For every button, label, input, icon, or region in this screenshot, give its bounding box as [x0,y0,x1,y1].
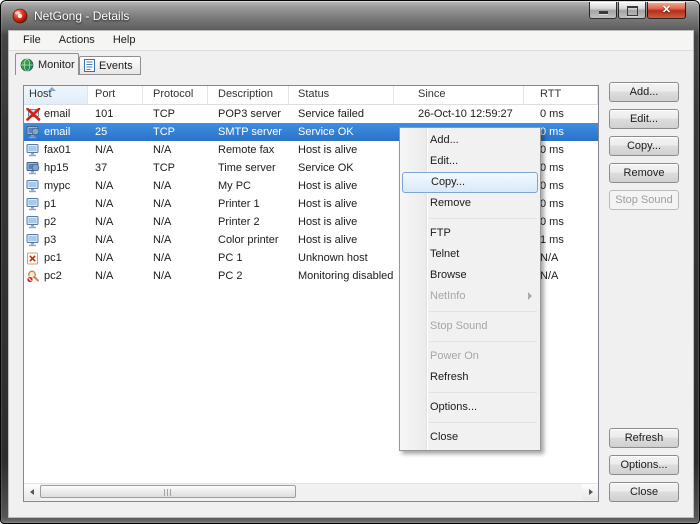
remove-button[interactable]: Remove [609,163,679,183]
stop-sound-button: Stop Sound [609,190,679,210]
menu-bar: File Actions Help [9,31,693,51]
menu-actions[interactable]: Actions [50,31,104,50]
context-menu-remove[interactable]: Remove [400,193,540,214]
add-button[interactable]: Add... [609,82,679,102]
menu-separator [429,218,537,219]
context-menu-netinfo: NetInfo [400,286,540,307]
menu-file[interactable]: File [14,31,50,50]
tab-monitor[interactable]: Monitor [15,53,79,75]
table-header: Host Port Protocol Description Status Si… [24,86,598,105]
column-header-rtt[interactable]: RTT [524,86,598,105]
client-area: File Actions Help Monitor [9,31,693,517]
tab-events-label: Events [99,60,133,72]
host-alive-icon [26,144,41,157]
column-header-host[interactable]: Host [24,86,88,105]
host-disabled-icon [26,270,41,283]
submenu-arrow-icon [528,292,532,300]
menu-separator [429,341,537,342]
scrollbar-thumb[interactable] [40,485,296,498]
thumb-grip-icon [164,489,173,496]
context-menu-options[interactable]: Options... [400,397,540,418]
column-header-protocol[interactable]: Protocol [143,86,208,105]
tab-monitor-label: Monitor [38,59,75,71]
context-menu-close[interactable]: Close [400,427,540,448]
context-menu-refresh[interactable]: Refresh [400,367,540,388]
context-menu-edit[interactable]: Edit... [400,151,540,172]
host-alive-icon [26,234,41,247]
edit-button[interactable]: Edit... [609,109,679,129]
column-header-since[interactable]: Since [394,86,524,105]
context-menu-copy[interactable]: Copy... [402,172,538,193]
scroll-right-icon[interactable] [582,484,598,500]
context-menu-stop-sound: Stop Sound [400,316,540,337]
netgong-app-icon [12,8,28,24]
context-menu-ftp[interactable]: FTP [400,223,540,244]
menu-separator [429,392,537,393]
options-button[interactable]: Options... [609,455,679,475]
title-bar[interactable]: NetGong - Details ✕ [1,1,699,31]
column-header-status[interactable]: Status [289,86,394,105]
host-alive-icon [26,198,41,211]
window-frame: NetGong - Details ✕ File Actions Help [0,0,700,524]
sort-ascending-icon [48,87,56,91]
refresh-button[interactable]: Refresh [609,428,679,448]
horizontal-scrollbar[interactable] [24,483,598,501]
netgong-window: NetGong - Details ✕ File Actions Help [0,0,700,524]
globe-icon [20,58,34,72]
minimize-icon[interactable] [589,2,617,19]
menu-separator [429,422,537,423]
close-icon[interactable]: ✕ [647,2,686,19]
host-service-icon [26,126,41,139]
host-failed-icon [26,108,41,121]
host-alive-icon [26,216,41,229]
menu-help[interactable]: Help [104,31,145,50]
tab-events[interactable]: Events [79,56,141,75]
context-menu-browse[interactable]: Browse [400,265,540,286]
column-header-description[interactable]: Description [208,86,289,105]
window-controls: ✕ [588,2,686,19]
host-alive-icon [26,180,41,193]
table-row[interactable]: email 101 TCP POP3 server Service failed… [24,105,598,123]
host-service-icon [26,162,41,175]
menu-separator [429,311,537,312]
events-doc-icon [84,59,95,72]
context-menu-add[interactable]: Add... [400,130,540,151]
host-unknown-icon [26,252,41,265]
window-title: NetGong - Details [34,9,129,23]
context-menu: Add... Edit... Copy... Remove FTP Telnet… [399,127,541,451]
context-menu-power-on: Power On [400,346,540,367]
column-header-port[interactable]: Port [88,86,143,105]
copy-button[interactable]: Copy... [609,136,679,156]
context-menu-telnet[interactable]: Telnet [400,244,540,265]
scroll-left-icon[interactable] [24,484,40,500]
maximize-icon[interactable] [618,2,646,19]
close-button[interactable]: Close [609,482,679,502]
